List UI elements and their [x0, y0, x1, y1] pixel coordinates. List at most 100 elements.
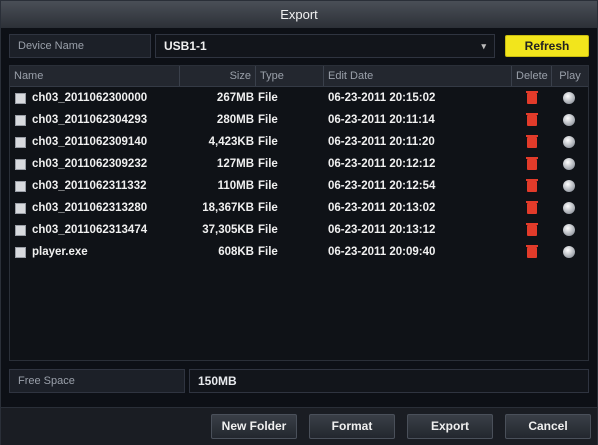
- header-name[interactable]: Name: [10, 66, 180, 86]
- table-row[interactable]: ch03_2011062311332 110MB File 06-23-2011…: [10, 176, 588, 197]
- file-icon: [15, 181, 26, 192]
- file-table: Name Size Type Edit Date Delete Play ch0…: [9, 65, 589, 361]
- play-cell: [552, 110, 588, 131]
- file-edit-date: 06-23-2011 20:12:54: [328, 180, 436, 192]
- file-name-cell: ch03_2011062300000: [10, 88, 180, 109]
- delete-cell: [512, 88, 552, 109]
- refresh-button[interactable]: Refresh: [505, 35, 589, 57]
- table-row[interactable]: ch03_2011062313474 37,305KB File 06-23-2…: [10, 220, 588, 241]
- trash-icon[interactable]: [526, 201, 538, 214]
- table-row[interactable]: ch03_2011062313280 18,367KB File 06-23-2…: [10, 198, 588, 219]
- file-name-cell: ch03_2011062313474: [10, 220, 180, 241]
- file-type: File: [258, 114, 278, 126]
- header-play: Play: [559, 70, 581, 82]
- file-size: 280MB: [216, 114, 254, 126]
- device-select-value: USB1-1: [164, 39, 207, 53]
- file-type: File: [258, 224, 278, 236]
- file-type: File: [258, 246, 278, 258]
- new-folder-button[interactable]: New Folder: [211, 414, 297, 439]
- file-edit-date: 06-23-2011 20:15:02: [328, 92, 436, 104]
- file-name: ch03_2011062313280: [32, 202, 148, 214]
- file-icon: [15, 247, 26, 258]
- play-cell: [552, 132, 588, 153]
- export-button[interactable]: Export: [407, 414, 493, 439]
- header-delete: Delete: [512, 66, 552, 86]
- file-edit-date: 06-23-2011 20:09:40: [328, 246, 436, 258]
- file-icon: [15, 137, 26, 148]
- file-name: ch03_2011062311332: [32, 180, 147, 192]
- play-icon[interactable]: [563, 136, 575, 148]
- file-type: File: [258, 202, 278, 214]
- delete-cell: [512, 110, 552, 131]
- trash-icon[interactable]: [526, 223, 538, 236]
- cancel-button[interactable]: Cancel: [505, 414, 591, 439]
- format-button[interactable]: Format: [309, 414, 395, 439]
- play-icon[interactable]: [563, 246, 575, 258]
- header-size[interactable]: Size: [180, 66, 256, 86]
- free-space-value: 150MB: [189, 369, 589, 393]
- trash-icon[interactable]: [526, 91, 538, 104]
- free-space-label: Free Space: [9, 369, 185, 393]
- play-icon[interactable]: [563, 92, 575, 104]
- play-icon[interactable]: [563, 202, 575, 214]
- table-row[interactable]: ch03_2011062309232 127MB File 06-23-2011…: [10, 154, 588, 175]
- play-icon[interactable]: [563, 224, 575, 236]
- table-row[interactable]: ch03_2011062304293 280MB File 06-23-2011…: [10, 110, 588, 131]
- file-edit-date: 06-23-2011 20:11:14: [328, 114, 435, 126]
- device-row: Device Name USB1-1 ▾ Refresh: [9, 34, 589, 58]
- file-name: ch03_2011062309140: [32, 136, 148, 148]
- file-size: 37,305KB: [202, 224, 254, 236]
- export-dialog: Export Device Name USB1-1 ▾ Refresh Name…: [0, 0, 598, 445]
- table-header: Name Size Type Edit Date Delete Play: [10, 66, 588, 87]
- action-bar: New Folder Format Export Cancel: [1, 407, 597, 445]
- header-type[interactable]: Type: [256, 66, 324, 86]
- play-cell: [552, 176, 588, 197]
- file-icon: [15, 225, 26, 236]
- file-size: 18,367KB: [202, 202, 254, 214]
- file-name: player.exe: [32, 246, 88, 258]
- file-edit-date: 06-23-2011 20:13:12: [328, 224, 436, 236]
- play-cell: [552, 154, 588, 175]
- file-icon: [15, 159, 26, 170]
- play-icon[interactable]: [563, 114, 575, 126]
- file-name-cell: ch03_2011062311332: [10, 176, 180, 197]
- file-type: File: [258, 136, 278, 148]
- file-edit-date: 06-23-2011 20:11:20: [328, 136, 435, 148]
- file-size: 4,423KB: [208, 136, 254, 148]
- play-icon[interactable]: [563, 158, 575, 170]
- delete-cell: [512, 132, 552, 153]
- play-icon[interactable]: [563, 180, 575, 192]
- file-icon: [15, 115, 26, 126]
- file-edit-date: 06-23-2011 20:13:02: [328, 202, 436, 214]
- file-type: File: [258, 92, 278, 104]
- trash-icon[interactable]: [526, 157, 538, 170]
- delete-cell: [512, 176, 552, 197]
- trash-icon[interactable]: [526, 245, 538, 258]
- trash-icon[interactable]: [526, 135, 538, 148]
- play-cell: [552, 220, 588, 241]
- trash-icon[interactable]: [526, 113, 538, 126]
- file-name-cell: ch03_2011062309232: [10, 154, 180, 175]
- table-row[interactable]: ch03_2011062300000 267MB File 06-23-2011…: [10, 88, 588, 109]
- delete-cell: [512, 220, 552, 241]
- file-name: ch03_2011062309232: [32, 158, 148, 170]
- delete-cell: [512, 198, 552, 219]
- header-edit-date[interactable]: Edit Date: [324, 66, 512, 86]
- trash-icon[interactable]: [526, 179, 538, 192]
- chevron-down-icon: ▾: [481, 41, 486, 51]
- free-space-row: Free Space 150MB: [9, 369, 589, 393]
- file-size: 608KB: [218, 246, 254, 258]
- dialog-title: Export: [1, 1, 597, 28]
- delete-cell: [512, 154, 552, 175]
- file-icon: [15, 203, 26, 214]
- file-type: File: [258, 180, 278, 192]
- file-name-cell: ch03_2011062313280: [10, 198, 180, 219]
- file-name-cell: player.exe: [10, 242, 180, 263]
- device-select[interactable]: USB1-1 ▾: [155, 34, 495, 58]
- file-name: ch03_2011062304293: [32, 114, 148, 126]
- file-name: ch03_2011062300000: [32, 92, 148, 104]
- table-row[interactable]: ch03_2011062309140 4,423KB File 06-23-20…: [10, 132, 588, 153]
- file-icon: [15, 93, 26, 104]
- table-row[interactable]: player.exe 608KB File 06-23-2011 20:09:4…: [10, 242, 588, 263]
- delete-cell: [512, 242, 552, 263]
